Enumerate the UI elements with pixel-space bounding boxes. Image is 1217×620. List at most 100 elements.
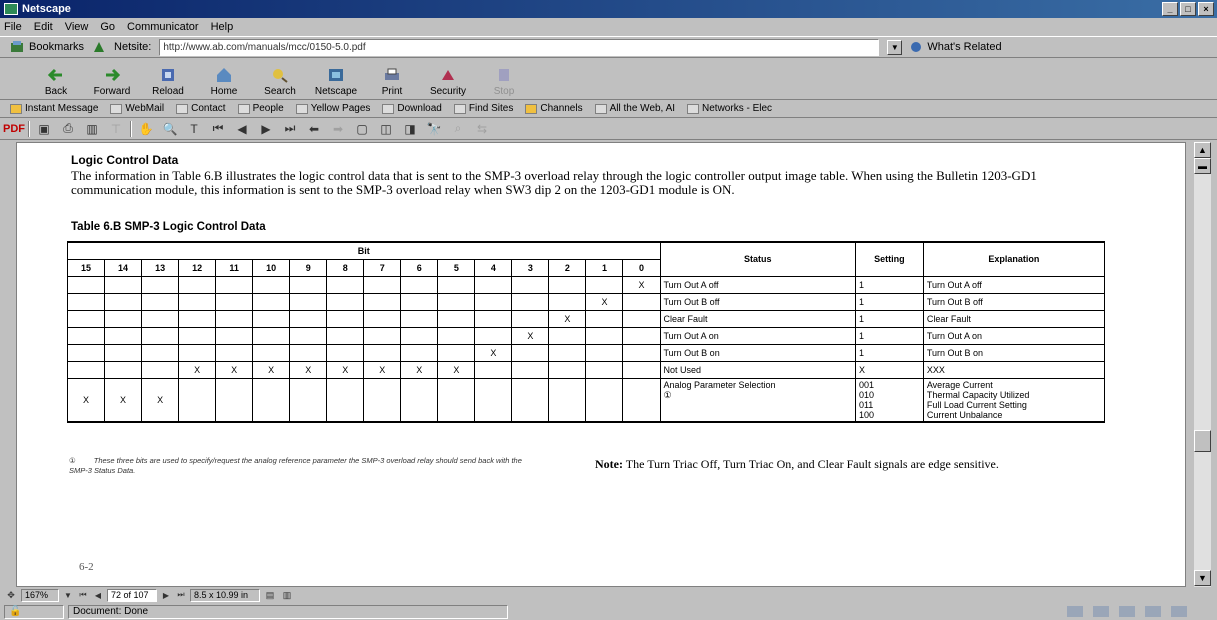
composer-icon[interactable] [1119, 606, 1135, 617]
go-back-icon[interactable]: ⬅ [304, 120, 324, 138]
forward-button[interactable]: Forward [84, 66, 140, 99]
next-page-status-icon[interactable]: ▶ [160, 589, 172, 602]
personal-item-instant-message[interactable]: Instant Message [10, 103, 98, 114]
instant-messenger-icon[interactable] [1171, 606, 1187, 617]
personal-item-yellow-pages[interactable]: Yellow Pages [295, 103, 371, 114]
bit-cell: X [66, 377, 106, 422]
hand-tool-icon[interactable]: ✋ [136, 120, 156, 138]
personal-item-webmail[interactable]: WebMail [110, 103, 164, 114]
search-results-icon[interactable]: ⇆ [472, 120, 492, 138]
actual-size-icon[interactable]: ▢ [352, 120, 372, 138]
last-page-status-icon[interactable]: ⏭ [175, 589, 187, 602]
home-button[interactable]: Home [196, 66, 252, 99]
menu-file[interactable]: File [4, 21, 22, 33]
forward-arrow-icon [106, 68, 121, 82]
page-layout-icon[interactable]: ▤ [263, 589, 277, 602]
bit-cell [511, 309, 550, 328]
menu-communicator[interactable]: Communicator [127, 21, 199, 33]
menu-edit[interactable]: Edit [34, 21, 53, 33]
bit-number-header: 11 [215, 258, 254, 277]
scroll-up-button[interactable]: ▲ [1194, 142, 1211, 158]
personal-item-people[interactable]: People [237, 103, 284, 114]
text-select-tool-icon[interactable]: T [184, 120, 204, 138]
url-field[interactable]: http://www.ab.com/manuals/mcc/0150-5.0.p… [159, 38, 880, 56]
url-dropdown-button[interactable]: ▼ [887, 39, 903, 55]
continuous-layout-icon[interactable]: ▥ [280, 589, 294, 602]
personal-item-networks[interactable]: Networks - Elec [687, 103, 772, 114]
note-text: The Turn Triac Off, Turn Triac On, and C… [625, 457, 999, 471]
search-doc-icon[interactable]: ⌕ [448, 120, 468, 138]
netscape-button[interactable]: Netscape [308, 66, 364, 99]
status-cell: Turn Out B off [659, 292, 856, 311]
scroll-thumb[interactable] [1194, 430, 1211, 452]
last-page-icon[interactable]: ⏭ [280, 120, 300, 138]
minimize-button[interactable]: _ [1162, 2, 1178, 16]
bit-number-header: 13 [141, 258, 180, 277]
bookmarks-button[interactable]: Bookmarks [10, 41, 84, 53]
pin-icon[interactable]: ✥ [4, 589, 18, 602]
navigator-icon[interactable] [1067, 606, 1083, 617]
security-lock-icon[interactable]: 🔓 [4, 604, 64, 619]
setting-header: Setting [854, 241, 924, 277]
close-button[interactable]: × [1198, 2, 1214, 16]
find-icon[interactable]: 🔭 [424, 120, 444, 138]
next-page-icon[interactable]: ▶ [256, 120, 276, 138]
personal-item-find-sites[interactable]: Find Sites [453, 103, 513, 114]
menu-view[interactable]: View [65, 21, 89, 33]
address-book-icon[interactable] [1145, 606, 1161, 617]
page-indicator[interactable]: 72 of 107 [107, 588, 157, 602]
go-forward-icon[interactable]: ➡ [328, 120, 348, 138]
vertical-scrollbar[interactable]: ▲ ▬ ▼ [1194, 142, 1211, 587]
setting-cell: 1 [854, 292, 924, 311]
fit-in-window-icon[interactable]: ◫ [376, 120, 396, 138]
reload-button[interactable]: Reload [140, 66, 196, 99]
mail-icon[interactable] [1093, 606, 1109, 617]
first-page-icon[interactable]: ⏮ [208, 120, 228, 138]
pdf-document-view[interactable]: Logic Control Data The information in Ta… [16, 142, 1186, 587]
show-navigation-pane-icon[interactable]: ▥ [82, 120, 102, 138]
personal-item-contact[interactable]: Contact [176, 103, 226, 114]
stop-button[interactable]: Stop [476, 66, 532, 99]
personal-item-channels[interactable]: Channels [525, 103, 583, 114]
bit-cell [511, 343, 550, 362]
back-button[interactable]: Back [28, 66, 84, 99]
logic-control-data-table: Bit Status Setting Explanation 15 14 13 12 1… [66, 241, 1106, 423]
status-cell-text: Turn Out B on [663, 347, 720, 358]
print-button[interactable]: Print [364, 66, 420, 99]
whats-related-button[interactable]: What's Related [910, 41, 1002, 53]
previous-page-status-icon[interactable]: ◀ [92, 589, 104, 602]
menu-go[interactable]: Go [100, 21, 115, 33]
bit-cell [511, 292, 550, 311]
bit-number-header: 14 [104, 258, 143, 277]
search-button[interactable]: Search [252, 66, 308, 99]
forward-label: Forward [93, 86, 131, 97]
save-icon[interactable]: ▣ [34, 120, 54, 138]
setting-cell: 1 [854, 309, 924, 328]
print-doc-icon[interactable]: ⎙ [58, 120, 78, 138]
toolbar-separator [28, 120, 30, 137]
bit-cell [474, 377, 513, 422]
zoom-dropdown-icon[interactable]: ▼ [62, 589, 74, 602]
whats-related-icon [911, 42, 922, 52]
scroll-page-up-button[interactable]: ▬ [1194, 158, 1211, 174]
personal-item-download[interactable]: Download [382, 103, 442, 114]
zoom-level[interactable]: 167% [21, 588, 59, 602]
first-page-status-icon[interactable]: ⏮ [77, 589, 89, 602]
status-cell-text: Analog Parameter Selection [663, 379, 776, 390]
bit-cell [252, 309, 291, 328]
maximize-button[interactable]: □ [1180, 2, 1196, 16]
page-proxy-icon[interactable] [92, 40, 106, 54]
previous-page-icon[interactable]: ◀ [232, 120, 252, 138]
menu-help[interactable]: Help [211, 21, 234, 33]
security-button[interactable]: Security [420, 66, 476, 99]
scroll-down-button[interactable]: ▼ [1194, 570, 1211, 586]
text-select-disabled-icon[interactable]: ⊤ [106, 120, 126, 138]
zoom-tool-icon[interactable]: 🔍 [160, 120, 180, 138]
table-row: X Turn Out B on 1 Turn Out B on [66, 343, 1106, 362]
home-label: Home [210, 86, 238, 97]
personal-item-label: Yellow Pages [310, 103, 371, 114]
fit-width-icon[interactable]: ◨ [400, 120, 420, 138]
bit-cell [363, 309, 402, 328]
section-heading: Logic Control Data [71, 153, 179, 167]
personal-item-all-the-web[interactable]: All the Web, AI [594, 103, 675, 114]
